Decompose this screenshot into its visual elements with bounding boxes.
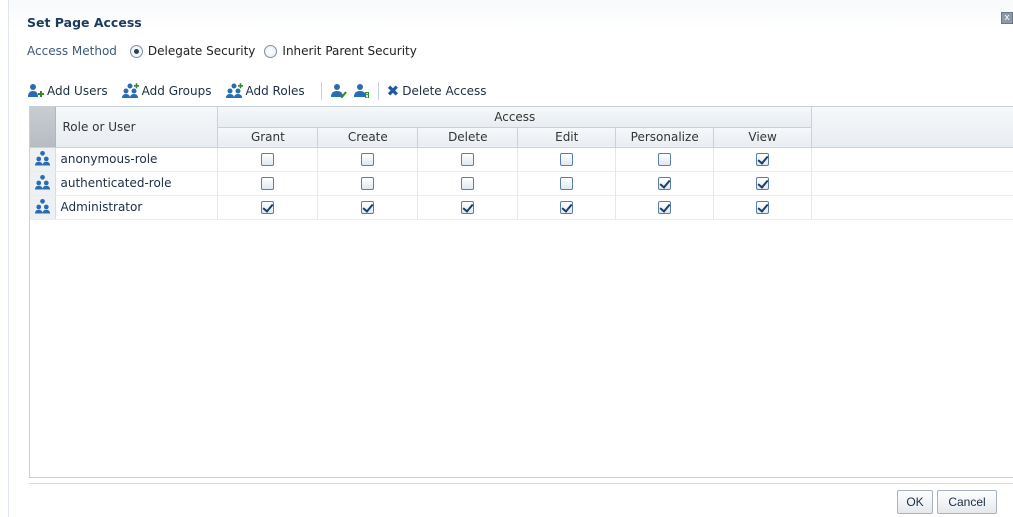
create-column-header[interactable]: Create — [317, 127, 419, 148]
permission-cell — [217, 171, 319, 196]
role-name[interactable]: anonymous-role — [55, 147, 219, 172]
delete-access-label: Delete Access — [402, 84, 487, 98]
permission-cell — [417, 147, 519, 172]
permission-cell — [615, 195, 715, 220]
role-icon — [34, 150, 50, 166]
delete-x-icon: ✖ — [386, 82, 400, 100]
permission-cell — [713, 147, 813, 172]
toolbar: Add Users Add Groups Add Roles ✖ Delete … — [27, 80, 501, 102]
add-users-button[interactable]: Add Users — [27, 83, 108, 99]
view-column-header[interactable]: View — [713, 127, 813, 148]
delete-checkbox[interactable] — [461, 153, 475, 166]
add-roles-button[interactable]: Add Roles — [225, 83, 305, 99]
delegate-security-label[interactable]: Delegate Security — [148, 44, 256, 58]
toolbar-separator-2 — [377, 82, 379, 100]
toolbar-separator — [320, 82, 322, 100]
permission-cell — [517, 147, 617, 172]
filler-cell — [811, 171, 1013, 196]
permission-cell — [615, 171, 715, 196]
permission-cell — [713, 171, 813, 196]
permission-cell — [615, 147, 715, 172]
access-method-label: Access Method — [27, 44, 117, 58]
permission-cell — [517, 195, 617, 220]
create-checkbox[interactable] — [361, 177, 375, 190]
delegate-security-radio[interactable] — [129, 44, 143, 58]
permission-cell — [713, 195, 813, 220]
add-groups-label: Add Groups — [141, 84, 212, 98]
view-checkbox[interactable] — [756, 201, 770, 214]
delete-column-header[interactable]: Delete — [417, 127, 519, 148]
permission-cell — [417, 171, 519, 196]
row-icon-cell — [30, 195, 57, 220]
personalize-checkbox[interactable] — [658, 153, 672, 166]
delete-access-button[interactable]: ✖ Delete Access — [387, 83, 487, 99]
delete-checkbox[interactable] — [461, 177, 475, 190]
personalize-checkbox[interactable] — [658, 177, 672, 190]
ok-button[interactable]: OK — [897, 490, 933, 514]
edit-checkbox[interactable] — [560, 153, 574, 166]
people-check-icon[interactable] — [330, 83, 347, 99]
table-row[interactable]: anonymous-role — [30, 147, 1013, 172]
grant-checkbox[interactable] — [261, 177, 275, 190]
access-method-group: Access Method Delegate Security Inherit … — [27, 44, 421, 58]
close-icon[interactable]: x — [1001, 12, 1013, 24]
footer-divider — [29, 483, 1013, 484]
row-icon-cell — [30, 171, 57, 196]
role-name[interactable]: Administrator — [55, 195, 219, 220]
table-row[interactable]: authenticated-role — [30, 171, 1013, 196]
add-users-icon — [28, 84, 44, 97]
set-page-access-dialog: Set Page Access x Access Method Delegate… — [8, 0, 1013, 517]
dialog-title: Set Page Access — [27, 15, 142, 30]
table-row[interactable]: Administrator — [30, 195, 1013, 220]
create-checkbox[interactable] — [361, 153, 375, 166]
people-info-icon[interactable] — [353, 83, 370, 99]
add-groups-button[interactable]: Add Groups — [121, 83, 212, 99]
role-or-user-header[interactable]: Role or User — [55, 107, 219, 148]
access-table: Role or User Access Grant Create Delete … — [30, 107, 1013, 220]
permission-cell — [317, 195, 419, 220]
row-icon-cell — [30, 147, 57, 172]
add-roles-icon — [225, 83, 243, 98]
role-icon — [34, 174, 50, 190]
access-table-container: Role or User Access Grant Create Delete … — [29, 106, 1013, 478]
cancel-button[interactable]: Cancel — [937, 490, 997, 514]
edit-column-header[interactable]: Edit — [517, 127, 617, 148]
inherit-parent-security-radio[interactable] — [264, 44, 278, 58]
permission-cell — [517, 171, 617, 196]
filler-cell — [811, 147, 1013, 172]
grant-column-header[interactable]: Grant — [217, 127, 319, 148]
permission-cell — [317, 171, 419, 196]
permission-cell — [217, 147, 319, 172]
grant-checkbox[interactable] — [261, 201, 275, 214]
view-checkbox[interactable] — [756, 153, 770, 166]
personalize-checkbox[interactable] — [658, 201, 672, 214]
permission-cell — [317, 147, 419, 172]
access-group-header: Access — [217, 107, 813, 128]
role-icon — [34, 198, 50, 214]
edit-checkbox[interactable] — [560, 177, 574, 190]
personalize-column-header[interactable]: Personalize — [615, 127, 715, 148]
permission-cell — [417, 195, 519, 220]
add-groups-icon — [121, 83, 139, 98]
grant-checkbox[interactable] — [261, 153, 275, 166]
filler-cell — [811, 195, 1013, 220]
role-name[interactable]: authenticated-role — [55, 171, 219, 196]
edit-checkbox[interactable] — [560, 201, 574, 214]
permission-cell — [217, 195, 319, 220]
add-users-label: Add Users — [47, 84, 108, 98]
delete-checkbox[interactable] — [461, 201, 475, 214]
create-checkbox[interactable] — [361, 201, 375, 214]
inherit-parent-security-label[interactable]: Inherit Parent Security — [282, 44, 416, 58]
add-roles-label: Add Roles — [245, 84, 305, 98]
row-selector-header[interactable] — [30, 107, 57, 148]
view-checkbox[interactable] — [756, 177, 770, 190]
filler-header — [811, 107, 1013, 148]
